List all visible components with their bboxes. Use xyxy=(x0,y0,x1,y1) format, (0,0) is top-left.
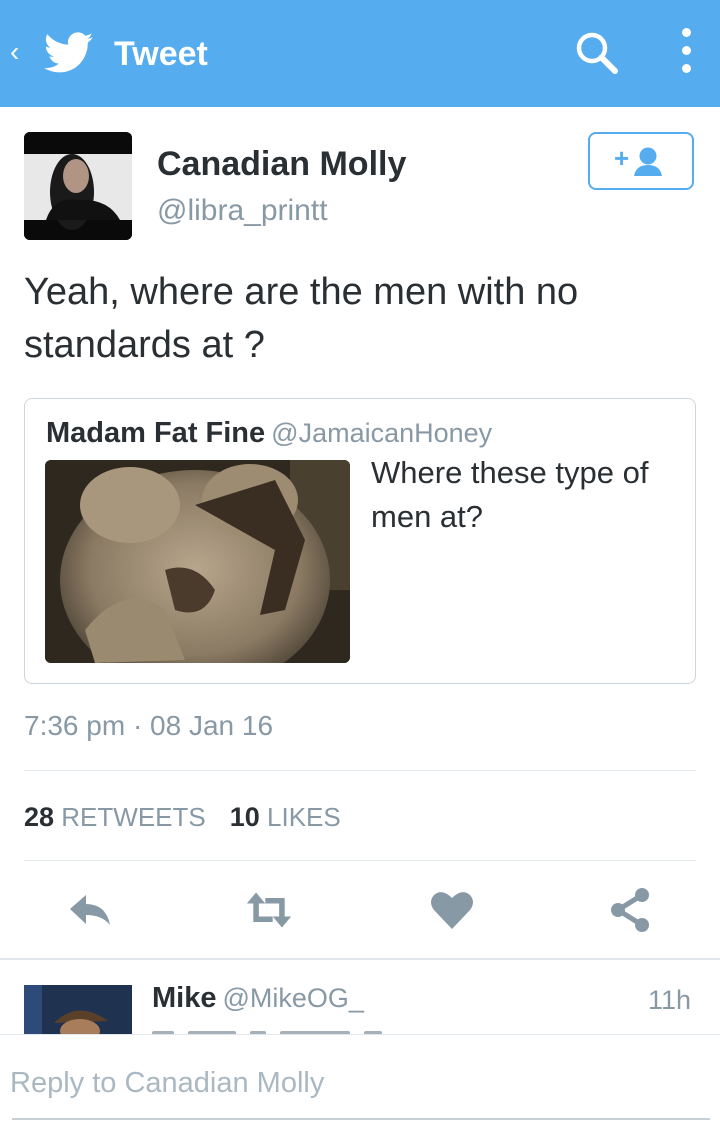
chevron-left-icon[interactable]: ‹ xyxy=(10,34,19,70)
likes-count: 10 xyxy=(229,802,260,832)
quoted-author-name: Madam Fat Fine xyxy=(46,417,266,449)
reply-bar xyxy=(0,1034,720,1123)
page-title: Tweet xyxy=(114,35,208,73)
retweets-label: RETWEETS xyxy=(61,802,206,832)
retweets-count: 28 xyxy=(24,802,55,832)
divider xyxy=(24,860,696,861)
share-icon[interactable] xyxy=(606,887,654,933)
quoted-author-handle: @JamaicanHoney xyxy=(271,418,493,448)
divider xyxy=(24,770,696,771)
author-avatar[interactable] xyxy=(24,132,132,240)
reply-input[interactable] xyxy=(0,1045,712,1121)
retweet-stat[interactable]: 28 RETWEETS xyxy=(24,802,206,832)
reply-header: Mike @MikeOG_ xyxy=(152,982,364,1015)
author-handle[interactable]: @libra_printt xyxy=(157,194,328,228)
reply-icon[interactable] xyxy=(66,887,114,933)
reply-time: 11h xyxy=(648,985,692,1015)
quoted-tweet-card[interactable]: Madam Fat Fine @JamaicanHoney Where these… xyxy=(24,398,696,684)
divider xyxy=(0,958,720,960)
reply-author-handle[interactable]: @MikeOG_ xyxy=(222,983,363,1013)
app-header: ‹ Tweet xyxy=(0,0,720,107)
twitter-bird-icon[interactable] xyxy=(44,30,94,76)
tweet-timestamp: 7:36 pm · 08 Jan 16 xyxy=(24,710,274,741)
retweet-icon[interactable] xyxy=(245,887,293,933)
reply-author-name[interactable]: Mike xyxy=(152,982,216,1014)
svg-text:+: + xyxy=(614,143,629,173)
like-stat[interactable]: 10 LIKES xyxy=(230,802,341,832)
quoted-tweet-image[interactable] xyxy=(45,460,350,663)
tweet-stats: 28 RETWEETS 10 LIKES xyxy=(24,802,341,833)
search-icon[interactable] xyxy=(574,30,620,76)
follow-button[interactable]: + xyxy=(588,132,694,190)
tweet-text: Yeah, where are the men with no standard… xyxy=(24,271,579,366)
reply-input-underline xyxy=(12,1118,710,1120)
add-user-icon: + xyxy=(614,143,662,176)
overflow-menu-icon[interactable] xyxy=(672,28,700,78)
likes-label: LIKES xyxy=(267,802,341,832)
quoted-tweet-header: Madam Fat Fine @JamaicanHoney xyxy=(46,417,492,450)
reply-author-avatar[interactable] xyxy=(24,985,132,1035)
heart-icon[interactable] xyxy=(428,887,476,933)
author-name[interactable]: Canadian Molly xyxy=(157,145,406,184)
reply-text-clipped xyxy=(152,1026,472,1034)
quoted-tweet-text: Where these type of men at? xyxy=(371,455,649,534)
